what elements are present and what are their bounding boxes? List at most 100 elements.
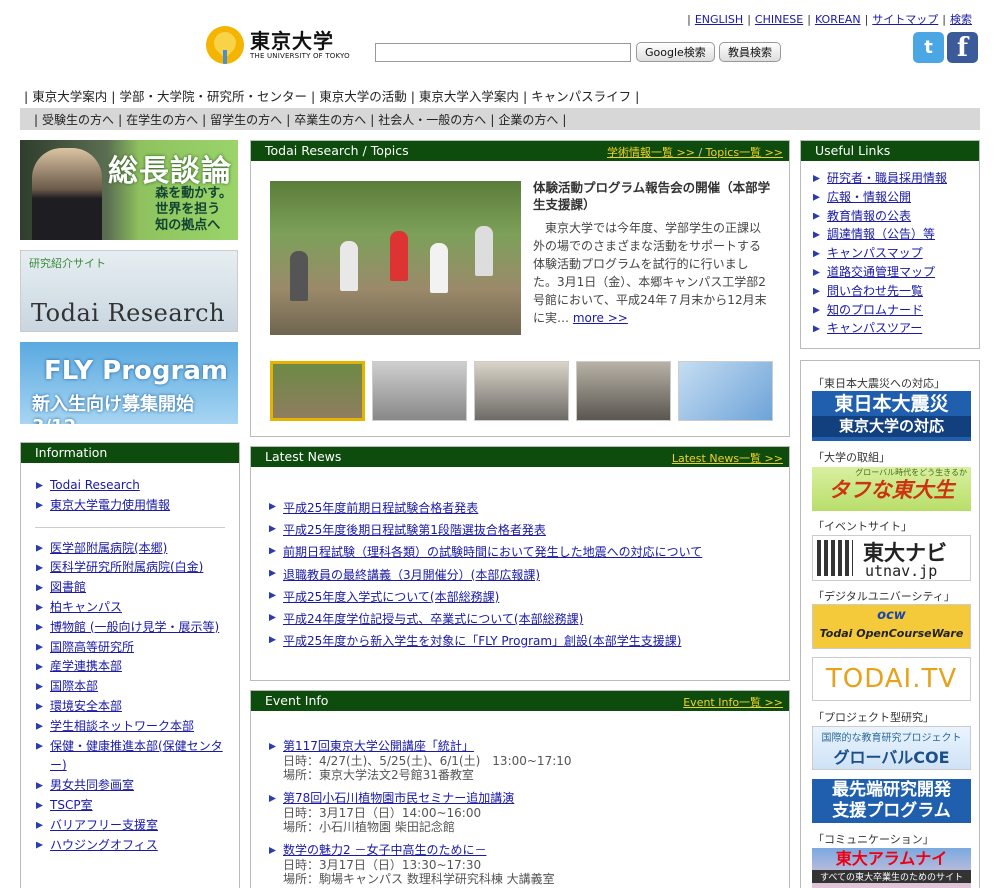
alumni-banner[interactable]: 東大アラムナイ すべての東大卒業生のためのサイト — [812, 848, 971, 888]
side-banners-panel: 「東日本大震災への対応」 東日本大震災 東京大学の対応 「大学の取組」 グローバル… — [800, 360, 980, 888]
event-item: 第78回小石川植物園市民セミナー追加講演 日時：3月17日（日）14:00~16… — [268, 791, 514, 834]
events-list-link[interactable]: Event Info一覧 >> — [683, 694, 783, 710]
info-link[interactable]: 東京大学電力使用情報 — [35, 496, 239, 516]
facebook-icon[interactable]: f — [947, 32, 978, 63]
news-item[interactable]: 平成25年度後期日程試験第1段階選抜合格者発表 — [268, 519, 702, 541]
useful-link[interactable]: 調達情報（公告）等 — [812, 225, 979, 244]
useful-link[interactable]: キャンパスマップ — [812, 244, 979, 263]
information-panel: Information Todai Research 東京大学電力使用情報 医学部… — [20, 442, 240, 888]
fly-program-banner[interactable]: FLY Program 新入生向け募集開始 3/12 — [20, 342, 238, 424]
todai-research-banner[interactable]: 研究紹介サイト Todai Research — [20, 250, 238, 332]
logo-text-ja: 東京大学 — [250, 29, 334, 53]
more-link[interactable]: more >> — [573, 311, 628, 325]
caption: 「東日本大震災への対応」 — [813, 377, 945, 390]
news-item[interactable]: 平成25年度前期日程試験合格者発表 — [268, 497, 702, 519]
site-logo[interactable]: 東京大学 THE UNIVERSITY OF TOKYO — [206, 26, 350, 64]
info-link[interactable]: 柏キャンパス — [35, 598, 239, 618]
news-item[interactable]: 前期日程試験（理科各類）の試験時間において発生した地震への対応について — [268, 541, 702, 563]
utnav-banner[interactable]: 東大ナビ utnav.jp — [812, 535, 971, 581]
useful-link[interactable]: 問い合わせ先一覧 — [812, 282, 979, 301]
nav-applicants[interactable]: 受験生の方へ — [42, 113, 114, 127]
twitter-icon[interactable]: t — [913, 32, 944, 63]
event-title[interactable]: 第117回東京大学公開講座「統計」 — [268, 739, 572, 754]
info-link[interactable]: バリアフリー支援室 — [35, 816, 239, 836]
president-banner[interactable]: 総長談論 森を動かす。 世界を担う 知の拠点へ — [20, 140, 238, 240]
useful-links-header: Useful Links — [801, 141, 979, 161]
research-topics-panel: Todai Research / Topics 学術情報一覧 >> / Topi… — [250, 140, 790, 437]
qr-code-icon — [817, 540, 853, 576]
useful-link[interactable]: キャンパスツアー — [812, 319, 979, 338]
nav-campus-life[interactable]: キャンパスライフ — [531, 89, 631, 104]
caption: 「プロジェクト型研究」 — [813, 711, 934, 724]
global-coe-banner[interactable]: 国際的な教育研究プロジェクト グローバルCOE — [812, 726, 971, 770]
useful-link[interactable]: 知のプロムナード — [812, 301, 979, 320]
topic-photo[interactable] — [270, 181, 521, 335]
caption: 「コミュニケーション」 — [813, 833, 934, 846]
info-link[interactable]: TSCP室 — [35, 796, 239, 816]
news-item[interactable]: 平成24年度学位記授与式、卒業式について(本部総務課) — [268, 608, 702, 630]
nav-students[interactable]: 在学生の方へ — [126, 113, 198, 127]
nav-public[interactable]: 社会人・一般の方へ — [378, 113, 486, 127]
info-link[interactable]: 国際高等研究所 — [35, 638, 239, 658]
earthquake-banner[interactable]: 東日本大震災 東京大学の対応 — [812, 391, 971, 441]
useful-link[interactable]: 道路交通管理マップ — [812, 263, 979, 282]
info-link[interactable]: 医学部附属病院(本郷) — [35, 539, 239, 559]
info-link[interactable]: 環境安全本部 — [35, 697, 239, 717]
top-links: | ENGLISH | CHINESE | KOREAN | サイトマップ | 検索 — [687, 13, 972, 26]
news-item[interactable]: 平成25年度から新入学生を対象に「FLY Program」創設(本部学生支援課) — [268, 630, 702, 652]
thumbnail[interactable] — [372, 361, 467, 421]
google-search-button[interactable]: Google検索 — [636, 42, 715, 62]
thumbnail[interactable] — [270, 361, 365, 421]
info-link[interactable]: 国際本部 — [35, 677, 239, 697]
event-title[interactable]: 第78回小石川植物園市民セミナー追加講演 — [268, 791, 514, 806]
link-sitemap[interactable]: サイトマップ — [872, 13, 938, 26]
news-item[interactable]: 退職教員の最終講義（3月開催分）(本部広報課) — [268, 564, 702, 586]
info-link[interactable]: 学生相談ネットワーク本部 — [35, 717, 239, 737]
news-list-link[interactable]: Latest News一覧 >> — [672, 450, 783, 466]
info-link[interactable]: ハウジングオフィス — [35, 836, 239, 856]
event-title[interactable]: 数学の魅力2 －女子中高生のために－ — [268, 843, 555, 858]
info-link[interactable]: 図書館 — [35, 578, 239, 598]
main-nav: | 東京大学案内 | 学部・大学院・研究所・センター | 東京大学の活動 | 東京大学入学案内… — [24, 89, 640, 104]
research-header: Todai Research / Topics — [265, 143, 409, 158]
nav-faculties[interactable]: 学部・大学院・研究所・センター — [119, 89, 307, 104]
academic-info-link[interactable]: 学術情報一覧 >> — [607, 146, 695, 159]
info-link[interactable]: 博物館 (一般向け見学・展示等) — [35, 618, 239, 638]
nav-admissions[interactable]: 東京大学入学案内 — [419, 89, 519, 104]
news-header: Latest News — [265, 449, 342, 464]
nav-intl-students[interactable]: 留学生の方へ — [210, 113, 282, 127]
topics-list-link[interactable]: Topics一覧 >> — [706, 146, 783, 159]
useful-link[interactable]: 研究者・職員採用情報 — [812, 169, 979, 188]
latest-news-panel: Latest News Latest News一覧 >> 平成25年度前期日程試験… — [250, 446, 790, 681]
article-body: 東京大学では今年度、学部学生の正課以外の場でのさまざまな活動をサポートする体験活… — [533, 221, 767, 325]
nav-about[interactable]: 東京大学案内 — [32, 89, 107, 104]
nav-alumni[interactable]: 卒業生の方へ — [294, 113, 366, 127]
info-link[interactable]: 医科学研究所附属病院(白金) — [35, 558, 239, 578]
tough-todai-banner[interactable]: グローバル時代をどう生きるか タフな東大生 — [812, 467, 971, 511]
info-link[interactable]: 保健・健康推進本部(保健センター) — [35, 737, 239, 777]
ginkgo-logo-icon — [206, 26, 244, 64]
event-item: 第117回東京大学公開講座「統計」 日時：4/27(土)、5/25(土)、6/1… — [268, 739, 572, 782]
faculty-search-button[interactable]: 教員検索 — [719, 42, 781, 62]
todai-tv-banner[interactable]: TODAI.TV — [812, 657, 971, 701]
event-info-panel: Event Info Event Info一覧 >> 第117回東京大学公開講座「… — [250, 690, 790, 888]
link-english[interactable]: ENGLISH — [695, 13, 743, 26]
first-program-banner[interactable]: 最先端研究開発 支援プログラム — [812, 779, 971, 823]
thumbnail[interactable] — [678, 361, 773, 421]
thumbnail[interactable] — [474, 361, 569, 421]
info-link[interactable]: Todai Research — [35, 476, 239, 496]
ocw-banner[interactable]: ocw Todai OpenCourseWare — [812, 604, 971, 649]
search-input[interactable] — [375, 43, 631, 62]
info-link[interactable]: 男女共同参画室 — [35, 776, 239, 796]
useful-link[interactable]: 広報・情報公開 — [812, 188, 979, 207]
link-chinese[interactable]: CHINESE — [755, 13, 803, 26]
link-search[interactable]: 検索 — [950, 13, 972, 26]
news-item[interactable]: 平成25年度入学式について(本部総務課) — [268, 586, 702, 608]
link-korean[interactable]: KOREAN — [815, 13, 861, 26]
article-title[interactable]: 体験活動プログラム報告会の開催（本部学生支援課） — [533, 179, 773, 213]
nav-activities[interactable]: 東京大学の活動 — [319, 89, 407, 104]
nav-companies[interactable]: 企業の方へ — [498, 113, 558, 127]
info-link[interactable]: 産学連携本部 — [35, 657, 239, 677]
useful-link[interactable]: 教育情報の公表 — [812, 207, 979, 226]
thumbnail[interactable] — [576, 361, 671, 421]
